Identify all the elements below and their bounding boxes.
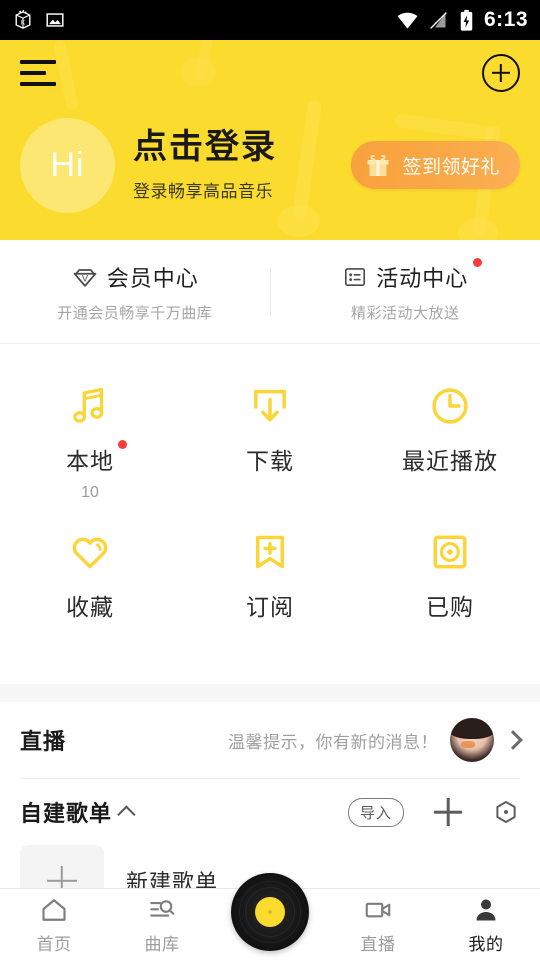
vinyl-disc-icon[interactable] (231, 873, 309, 951)
svg-text:V: V (82, 273, 89, 283)
activity-badge-dot (473, 257, 483, 267)
chevron-up-icon[interactable] (117, 804, 136, 824)
status-bar-right-icons: 6:13 (396, 8, 528, 32)
grid-label-download: 下载 (245, 448, 294, 474)
header-toolbar (0, 40, 540, 105)
activity-list-icon (345, 267, 366, 286)
avatar-text: Hi (50, 145, 85, 184)
signin-reward-label: 签到领好礼 (402, 156, 500, 178)
grid-label-wrap-favorites: 收藏 (66, 588, 114, 622)
video-camera-icon (365, 902, 391, 917)
library-search-icon (150, 899, 175, 917)
live-message: 温馨提示，你有新的消息！ (228, 732, 438, 752)
grid-label-favorites: 收藏 (65, 594, 114, 620)
vip-center-entry[interactable]: V 会员中心 开通会员畅享千万曲库 (0, 261, 270, 323)
plus-icon[interactable] (434, 798, 462, 826)
tab-live[interactable]: 直播 (324, 895, 432, 955)
tab-home[interactable]: 首页 (0, 895, 108, 955)
vip-center-title: 会员中心 (106, 265, 199, 291)
hamburger-menu-icon[interactable] (20, 59, 56, 86)
vip-center-head: V 会员中心 (71, 261, 199, 293)
quick-actions-rows: 本地 10 下载 最近播放 收藏 订阅 已购 (0, 366, 540, 658)
section-gap (0, 684, 540, 702)
screenshot-image-icon (46, 13, 64, 27)
grid-item-download[interactable]: 下载 (180, 366, 360, 512)
heart-icon (67, 528, 113, 576)
status-bar: K 6:13 (0, 0, 540, 40)
page-title: 点击登录 (133, 128, 277, 167)
wifi-icon (397, 12, 418, 29)
grid-label-purchased: 已购 (425, 594, 474, 620)
tab-mine-label: 我的 (468, 934, 504, 954)
profile-header: Hi 点击登录 登录畅享高品音乐 签到领好礼 (0, 40, 540, 240)
vip-activity-row: V 会员中心 开通会员畅享千万曲库 活动中心 精彩活动大放送 (0, 240, 540, 344)
grid-item-local[interactable]: 本地 10 (0, 366, 180, 512)
signin-reward-button[interactable]: 签到领好礼 (351, 141, 520, 189)
import-button[interactable]: 导入 (347, 797, 404, 827)
status-bar-left-icons: K (12, 9, 66, 31)
grid-label-wrap-recent: 最近播放 (402, 442, 498, 476)
tab-mine[interactable]: 我的 (432, 895, 540, 955)
tab-home-label: 首页 (36, 934, 72, 954)
grid-label-recent: 最近播放 (401, 448, 498, 474)
live-broadcast-row[interactable]: 直播 温馨提示，你有新的消息！ (0, 702, 540, 778)
playlist-section-header: 自建歌单 导入 (0, 779, 540, 845)
playlist-actions: 导入 (347, 797, 520, 827)
tab-library[interactable]: 曲库 (108, 895, 216, 955)
activity-center-entry[interactable]: 活动中心 精彩活动大放送 (271, 257, 540, 323)
plus-circle-icon[interactable] (482, 53, 520, 92)
battery-charging-icon (460, 9, 473, 31)
avatar[interactable]: Hi (20, 117, 115, 213)
activity-center-subtitle: 精彩活动大放送 (350, 304, 460, 322)
disc-square-icon (427, 528, 473, 576)
grid-count-local: 10 (81, 484, 99, 501)
grid-item-subscribe[interactable]: 订阅 (180, 512, 360, 658)
quick-actions-grid: 本地 10 下载 最近播放 收藏 订阅 已购 (0, 344, 540, 684)
svg-text:K: K (21, 20, 26, 27)
tab-library-label: 曲库 (144, 934, 180, 954)
chevron-right-icon (503, 730, 523, 750)
music-note-icon (67, 382, 113, 430)
person-icon (476, 899, 496, 920)
live-section-title: 直播 (20, 729, 67, 754)
hexagon-dot-icon[interactable] (492, 798, 520, 826)
vip-diamond-icon: V (73, 268, 97, 287)
download-icon (247, 382, 293, 430)
grid-label-wrap-download: 下载 (246, 442, 294, 476)
clock-icon (427, 382, 473, 430)
disc-center (255, 897, 285, 927)
grid-label-subscribe: 订阅 (245, 594, 294, 620)
grid-item-recent[interactable]: 最近播放 (360, 366, 540, 512)
activity-center-title: 活动中心 (376, 265, 469, 291)
user-photo-avatar (450, 718, 494, 762)
login-text-block: 点击登录 登录畅享高品音乐 (133, 128, 277, 201)
grid-label-wrap-purchased: 已购 (426, 588, 474, 622)
app-notification-icon: K (15, 9, 31, 29)
grid-label-local: 本地 (65, 448, 114, 474)
bottom-tab-bar: 首页 曲库 直播 我的 (0, 873, 540, 960)
grid-label-wrap-subscribe: 订阅 (246, 588, 294, 622)
login-subtitle: 登录畅享高品音乐 (133, 181, 273, 201)
vip-center-subtitle: 开通会员畅享千万曲库 (57, 304, 213, 322)
tab-live-label: 直播 (360, 934, 396, 954)
gift-icon (367, 154, 389, 176)
status-bar-clock: 6:13 (483, 8, 528, 31)
grid-label-wrap-local: 本地 (65, 440, 127, 476)
login-prompt[interactable]: Hi 点击登录 登录畅享高品音乐 签到领好礼 (0, 105, 540, 225)
home-icon (42, 898, 66, 921)
grid-item-favorites[interactable]: 收藏 (0, 512, 180, 658)
bookmark-plus-icon (247, 528, 293, 576)
no-sim-signal-icon (430, 11, 447, 29)
grid-item-purchased[interactable]: 已购 (360, 512, 540, 658)
local-badge-dot (117, 440, 127, 449)
playlist-section-title: 自建歌单 (20, 801, 113, 826)
activity-center-head: 活动中心 (342, 257, 483, 293)
